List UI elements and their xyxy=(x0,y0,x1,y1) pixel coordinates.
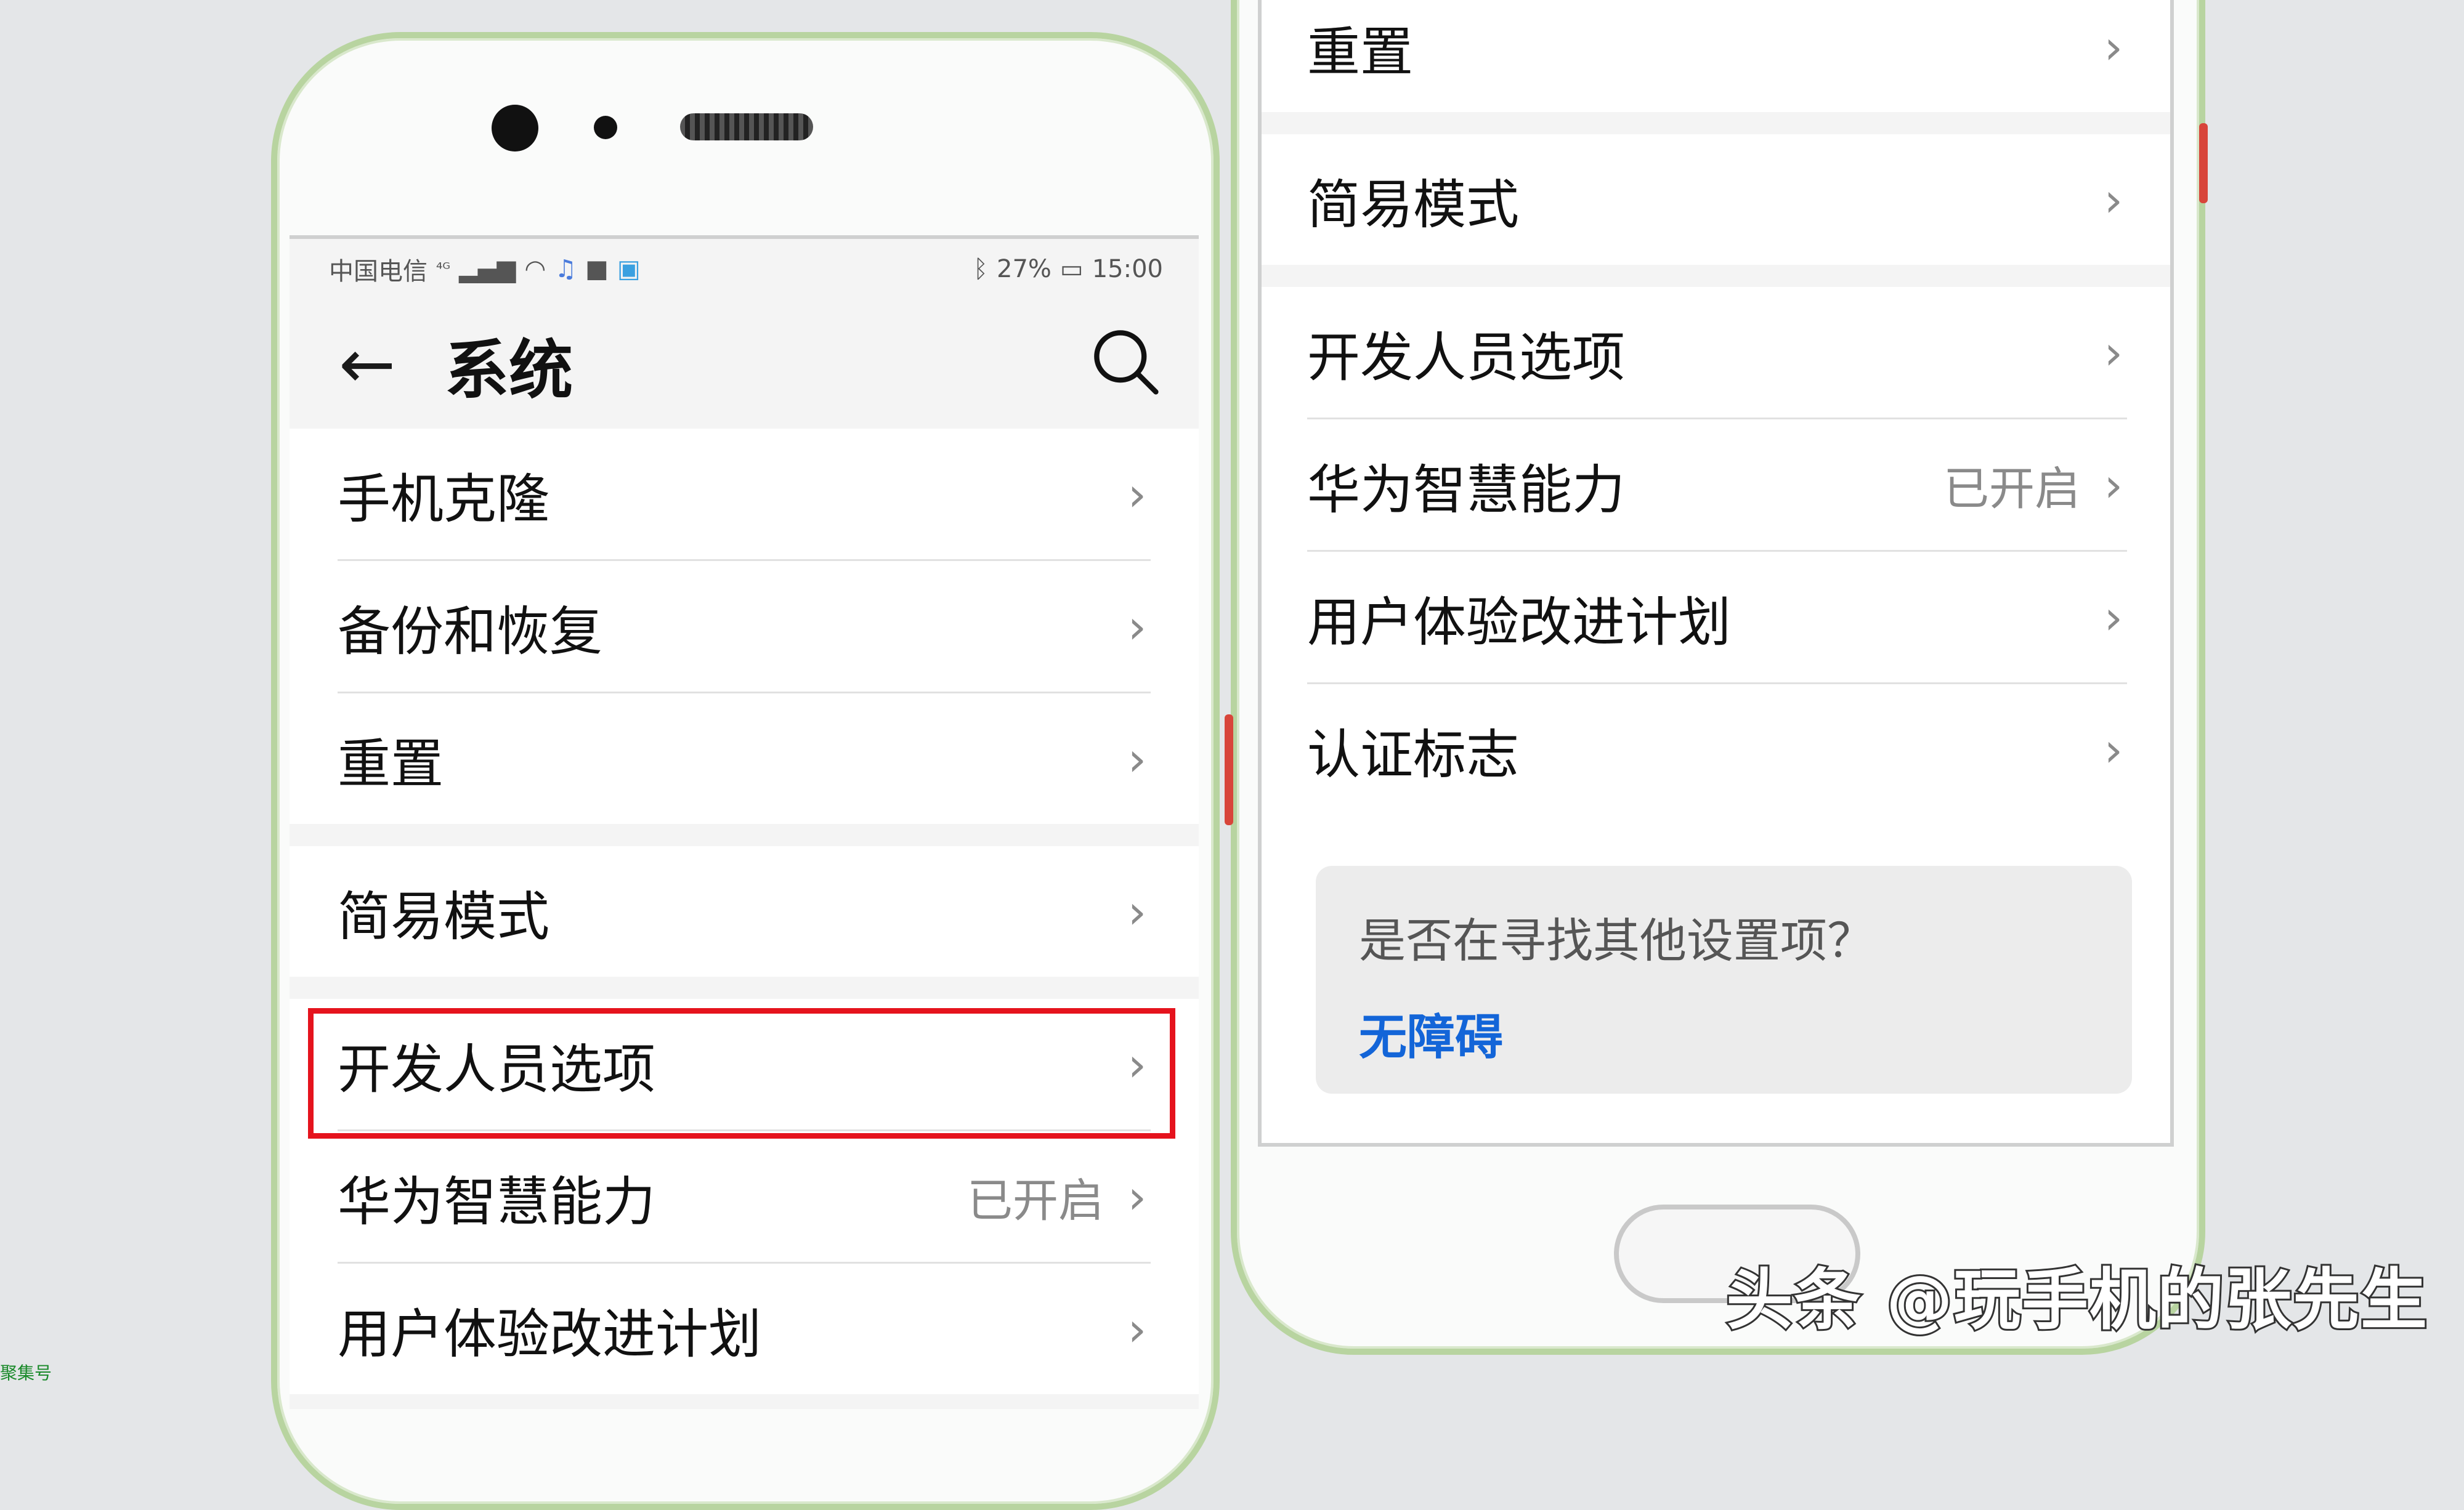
item-label: 华为智慧能力 xyxy=(1307,459,1625,521)
watermark-small: 聚集号 xyxy=(0,1363,52,1383)
settings-item-simple-mode[interactable]: 简易模式 › xyxy=(338,846,1151,977)
item-value: 已开启 xyxy=(967,1174,1104,1227)
accessibility-link[interactable]: 无障碍 xyxy=(1359,999,2089,1068)
earpiece-icon xyxy=(680,113,813,140)
settings-item-user-experience[interactable]: 用户体验改进计划 › xyxy=(338,1264,1151,1394)
settings-item-certification[interactable]: 认证标志 › xyxy=(1307,684,2127,815)
settings-item-reset[interactable]: 重置 › xyxy=(338,693,1151,824)
chevron-right-icon: › xyxy=(2104,19,2123,75)
settings-group: 简易模式 › xyxy=(1262,134,2170,265)
screen-left: 中国电信 ⁴ᴳ ▂▄▆ ◠ ♫ ■ ▣ ᛒ 27% ▭ 15:00 ← 系统 手… xyxy=(290,235,1199,1409)
chevron-right-icon: › xyxy=(2104,172,2123,227)
clock: 15:00 xyxy=(1092,255,1163,283)
settings-item-huawei-intelligence[interactable]: 华为智慧能力 已开启 › xyxy=(338,1131,1151,1264)
settings-group: 简易模式 › xyxy=(290,846,1199,977)
settings-group: 开发人员选项 › 华为智慧能力 已开启 › 用户体验改进计划 › 认证标志 › … xyxy=(1262,287,2170,1143)
power-button xyxy=(2199,123,2208,203)
chevron-right-icon: › xyxy=(2104,325,2123,380)
chevron-right-icon: › xyxy=(1127,599,1147,654)
item-label: 简易模式 xyxy=(338,886,549,948)
settings-item-phone-clone[interactable]: 手机克隆 › xyxy=(338,429,1151,561)
settings-item-simple-mode[interactable]: 简易模式 › xyxy=(1307,134,2127,265)
chevron-right-icon: › xyxy=(2104,457,2123,512)
app-notification-icon: ■ xyxy=(585,255,609,283)
item-label: 手机克隆 xyxy=(338,468,549,530)
status-bar: 中国电信 ⁴ᴳ ▂▄▆ ◠ ♫ ■ ▣ ᛒ 27% ▭ 15:00 xyxy=(290,239,1199,299)
settings-group: 开发人员选项 › 华为智慧能力 已开启 › 用户体验改进计划 › xyxy=(290,999,1199,1394)
chevron-right-icon: › xyxy=(1127,731,1147,786)
sensor-icon xyxy=(594,116,617,139)
signal-icon: ▂▄▆ xyxy=(459,255,516,283)
chevron-right-icon: › xyxy=(2104,589,2123,645)
battery-icon: ▭ xyxy=(1060,255,1084,283)
front-camera-icon xyxy=(492,105,538,151)
item-label: 开发人员选项 xyxy=(338,1038,655,1100)
settings-group: 手机克隆 › 备份和恢复 › 重置 › xyxy=(290,429,1199,824)
item-label: 用户体验改进计划 xyxy=(1307,591,1731,653)
chevron-right-icon: › xyxy=(1127,1169,1147,1224)
item-label: 华为智慧能力 xyxy=(338,1171,655,1233)
wifi-icon: ◠ xyxy=(524,255,546,283)
item-label: 认证标志 xyxy=(1307,724,1519,786)
search-icon[interactable] xyxy=(1088,324,1162,398)
carrier-label: 中国电信 xyxy=(329,257,428,286)
volume-button xyxy=(1225,714,1233,825)
item-label: 简易模式 xyxy=(1307,174,1519,236)
battery-percent: 27% xyxy=(997,255,1052,283)
app-bar: ← 系统 xyxy=(290,299,1199,429)
chevron-right-icon: › xyxy=(1127,466,1147,522)
chevron-right-icon: › xyxy=(1127,1036,1147,1092)
settings-item-huawei-intelligence[interactable]: 华为智慧能力 已开启 › xyxy=(1307,419,2127,552)
music-app-icon: ♫ xyxy=(554,255,577,283)
help-title: 是否在寻找其他设置项？ xyxy=(1359,913,1874,968)
gallery-notification-icon: ▣ xyxy=(617,255,641,283)
settings-item-developer-options[interactable]: 开发人员选项 › xyxy=(338,999,1151,1131)
settings-item-reset[interactable]: 重置 › xyxy=(1307,0,2127,112)
chevron-right-icon: › xyxy=(1127,1301,1147,1357)
item-value: 已开启 xyxy=(1943,462,2080,515)
bluetooth-icon: ᛒ xyxy=(973,255,989,283)
item-label: 备份和恢复 xyxy=(338,600,602,663)
settings-item-user-experience[interactable]: 用户体验改进计划 › xyxy=(1307,552,2127,684)
watermark: 头条 @玩手机的张先生 xyxy=(1724,1260,2429,1341)
chevron-right-icon: › xyxy=(1127,884,1147,939)
network-type-label: ⁴ᴳ xyxy=(436,260,451,278)
settings-group: 重置 › xyxy=(1262,0,2170,112)
item-label: 重置 xyxy=(338,733,444,795)
page-title: 系统 xyxy=(445,332,573,408)
settings-item-developer-options[interactable]: 开发人员选项 › xyxy=(1307,287,2127,419)
settings-item-backup-restore[interactable]: 备份和恢复 › xyxy=(338,561,1151,693)
item-label: 用户体验改进计划 xyxy=(338,1303,761,1365)
help-card: 是否在寻找其他设置项？ 无障碍 xyxy=(1316,866,2132,1094)
chevron-right-icon: › xyxy=(2104,722,2123,777)
item-label: 开发人员选项 xyxy=(1307,326,1625,389)
item-label: 重置 xyxy=(1307,21,1413,83)
arrow-left-icon[interactable]: ← xyxy=(339,330,395,398)
screen-right: 重置 › 简易模式 › 开发人员选项 › 华为智慧能力 已开启 › 用户体验改进… xyxy=(1258,0,2174,1147)
